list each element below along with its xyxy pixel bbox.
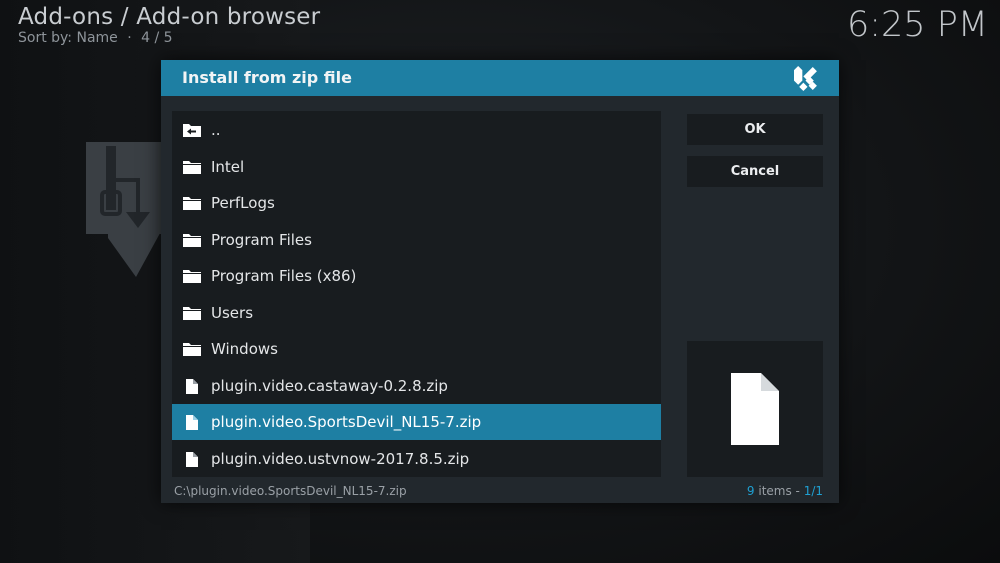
dialog-header: Install from zip file (161, 60, 839, 96)
list-item-label: plugin.video.ustvnow-2017.8.5.zip (211, 450, 470, 468)
list-item-file[interactable]: plugin.video.castaway-0.2.8.zip (172, 368, 661, 404)
file-icon (181, 451, 203, 467)
items-count: 9 (746, 484, 755, 498)
page-indicator: 1/1 (803, 484, 823, 498)
list-item-folder[interactable]: Intel (172, 149, 661, 185)
list-item-file[interactable]: plugin.video.ustvnow-2017.8.5.zip (172, 441, 661, 477)
ok-button[interactable]: OK (687, 114, 823, 145)
items-label: items - (754, 484, 804, 498)
folder-icon (181, 159, 203, 175)
file-preview (687, 341, 823, 477)
selected-path: C:\plugin.video.SportsDevil_NL15-7.zip (174, 484, 407, 498)
dialog-title: Install from zip file (182, 68, 352, 87)
sort-label: Sort by: Name (18, 30, 118, 46)
list-item-label: PerfLogs (211, 194, 275, 212)
list-item-folder[interactable]: Windows (172, 331, 661, 367)
items-info: 9 items - 1/1 (747, 484, 823, 498)
list-item-folder[interactable]: Program Files (x86) (172, 258, 661, 294)
list-item-label: Program Files (211, 231, 312, 249)
sort-info: Sort by: Name · 4 / 5 (18, 30, 173, 46)
clock: 6:25 PM (846, 5, 988, 45)
list-item-label: Windows (211, 340, 278, 358)
file-list: .. Intel PerfLogs Program Files Program … (172, 111, 661, 477)
list-item-label: Users (211, 304, 254, 322)
folder-icon (181, 341, 203, 357)
folder-back-icon (181, 122, 203, 138)
list-item-label: Intel (211, 158, 245, 176)
file-icon (181, 414, 203, 430)
file-icon (181, 378, 203, 394)
list-item-label: Program Files (x86) (211, 267, 357, 285)
list-item-folder[interactable]: PerfLogs (172, 185, 661, 221)
list-item-folder[interactable]: Users (172, 295, 661, 331)
list-item-file-selected[interactable]: plugin.video.SportsDevil_NL15-7.zip (172, 404, 661, 440)
folder-icon (181, 305, 203, 321)
page-title: Add-ons / Add-on browser (18, 4, 321, 30)
kodi-logo-icon (794, 66, 817, 91)
install-from-zip-dialog: Install from zip file .. Intel PerfLogs … (161, 60, 839, 503)
file-preview-icon (731, 373, 779, 445)
list-item-label: plugin.video.SportsDevil_NL15-7.zip (211, 413, 482, 431)
list-item-label: plugin.video.castaway-0.2.8.zip (211, 377, 448, 395)
folder-icon (181, 232, 203, 248)
list-item-label: .. (211, 121, 221, 139)
separator: · (127, 30, 132, 46)
list-item-folder[interactable]: Program Files (172, 222, 661, 258)
position-counter: 4 / 5 (141, 30, 173, 46)
folder-icon (181, 195, 203, 211)
list-item-parent[interactable]: .. (172, 112, 661, 148)
cancel-button[interactable]: Cancel (687, 156, 823, 187)
folder-icon (181, 268, 203, 284)
